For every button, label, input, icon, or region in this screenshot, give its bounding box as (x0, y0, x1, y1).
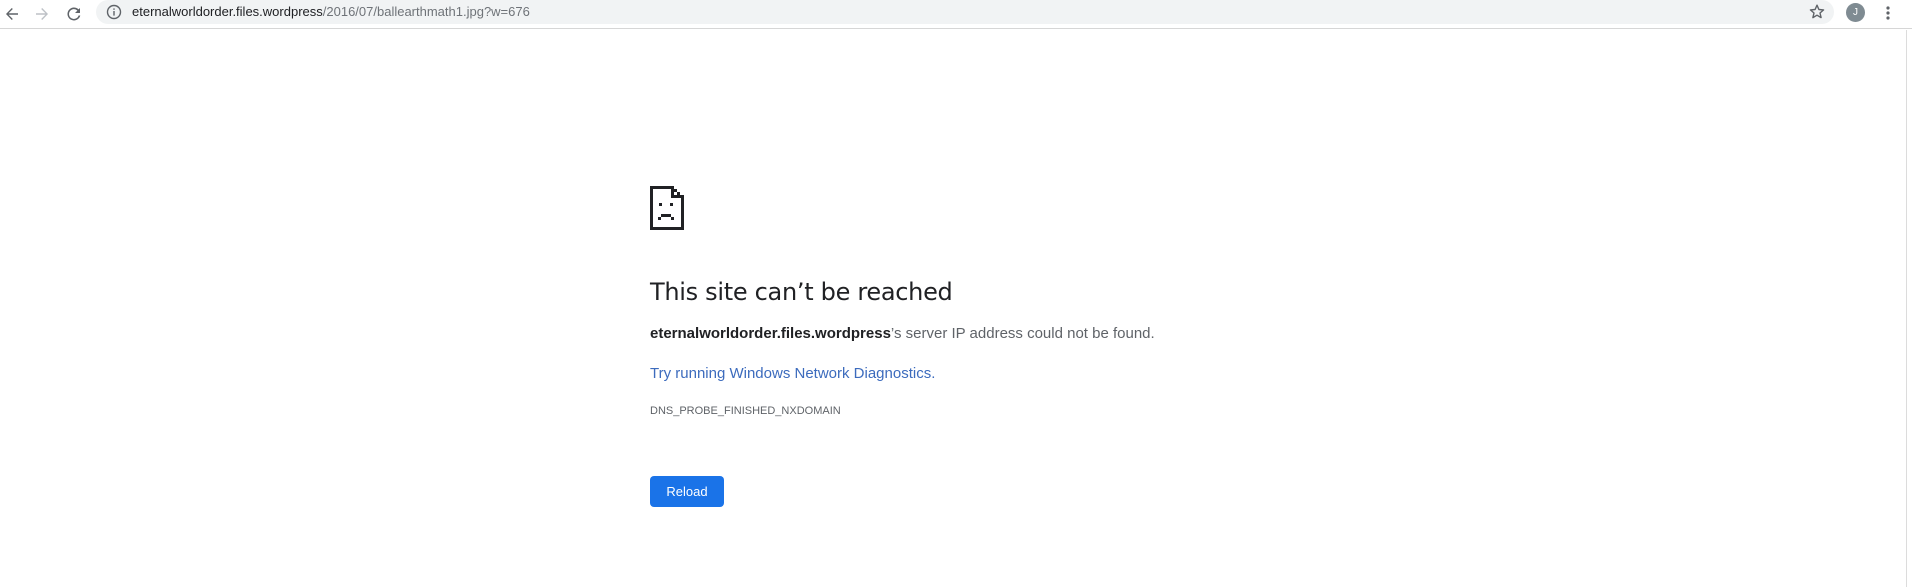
sad-document-icon (650, 186, 684, 230)
address-bar[interactable]: eternalworldorder.files.wordpress/2016/0… (96, 0, 1834, 24)
profile-avatar[interactable]: J (1846, 3, 1865, 22)
forward-button[interactable] (30, 2, 54, 26)
url-text[interactable]: eternalworldorder.files.wordpress/2016/0… (132, 4, 530, 20)
url-host: eternalworldorder.files.wordpress (132, 4, 323, 19)
star-icon[interactable] (1808, 3, 1826, 21)
network-diagnostics-link[interactable]: Try running Windows Network Diagnostics. (650, 365, 935, 382)
error-host: eternalworldorder.files.wordpress (650, 325, 891, 342)
error-summary: eternalworldorder.files.wordpress’s serv… (650, 325, 1155, 342)
reload-icon (67, 7, 81, 21)
reload-button[interactable]: Reload (650, 476, 724, 507)
back-button[interactable] (0, 2, 24, 26)
kebab-menu-icon[interactable] (1880, 3, 1896, 23)
error-title: This site can’t be reached (650, 278, 953, 306)
reload-nav-button[interactable] (62, 2, 86, 26)
browser-toolbar: eternalworldorder.files.wordpress/2016/0… (0, 0, 1912, 29)
back-arrow-icon (6, 8, 18, 20)
forward-arrow-icon (36, 8, 48, 20)
error-summary-suffix: ’s server IP address could not be found. (890, 325, 1155, 342)
info-icon[interactable] (106, 4, 122, 20)
scrollbar-edge (1906, 30, 1907, 587)
url-path: /2016/07/ballearthmath1.jpg?w=676 (322, 4, 530, 19)
error-code: DNS_PROBE_FINISHED_NXDOMAIN (650, 405, 841, 417)
